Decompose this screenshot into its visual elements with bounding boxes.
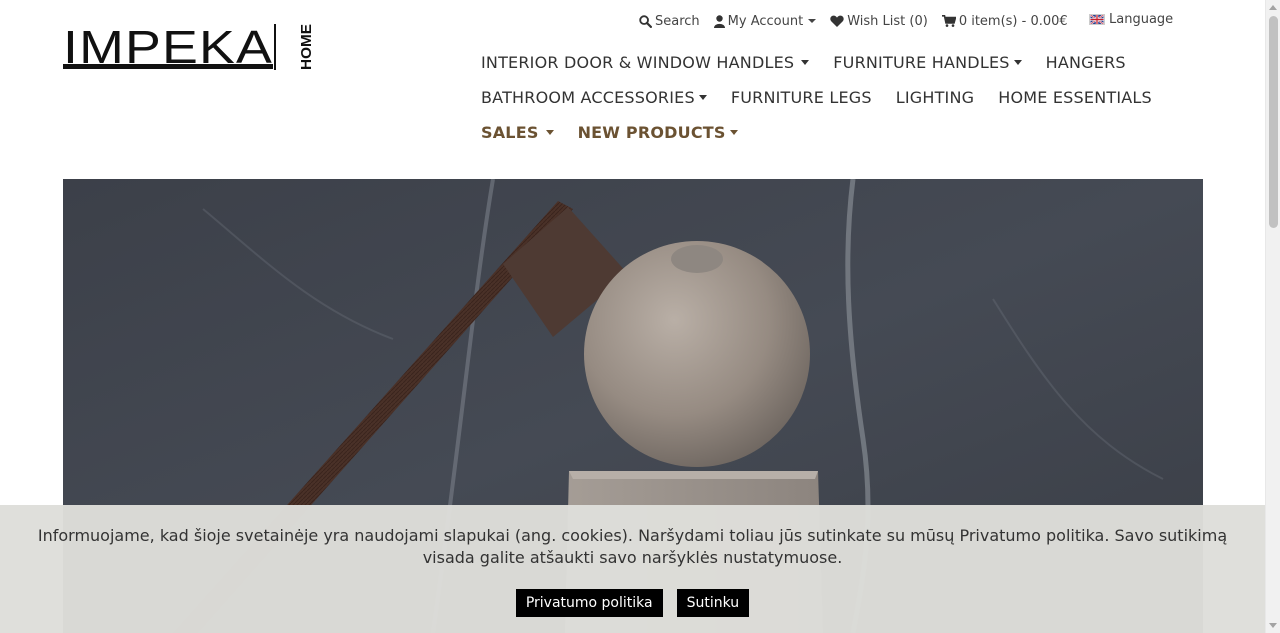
search-link[interactable]: Search [639, 14, 700, 29]
chevron-down-icon [801, 59, 810, 65]
nav-row: BATHROOM ACCESSORIES FURNITURE LEGS LIGH… [481, 87, 1201, 107]
nav-label: INTERIOR DOOR & WINDOW HANDLES [481, 52, 795, 72]
nav-item-sales[interactable]: SALES [481, 123, 554, 142]
uk-flag-icon [1089, 14, 1105, 25]
privacy-policy-button[interactable]: Privatumo politika [515, 589, 663, 617]
wishlist-label: Wish List (0) [847, 13, 928, 29]
cart-summary: 0 item(s) - 0.00€ [958, 13, 1068, 29]
my-account-dropdown[interactable]: My Account [713, 13, 817, 29]
nav-item-home-essentials[interactable]: HOME ESSENTIALS [998, 88, 1152, 107]
nav-label: SALES [481, 122, 539, 142]
nav-item-furniture-legs[interactable]: FURNITURE LEGS [731, 88, 872, 107]
cookie-consent-banner: Informuojame, kad šioje svetainėje yra n… [0, 505, 1265, 633]
cart-link[interactable]: 0 item(s) - 0.00€ [941, 13, 1068, 29]
language-label: Language [1109, 12, 1174, 27]
chevron-down-icon [1013, 59, 1022, 65]
nav-item-lighting[interactable]: LIGHTING [896, 88, 975, 107]
accept-cookies-button[interactable]: Sutinku [676, 589, 750, 617]
scroll-down-arrow-icon[interactable] [1269, 623, 1277, 628]
shopping-cart-icon [941, 15, 956, 27]
nav-label: FURNITURE HANDLES [833, 52, 1010, 72]
chevron-down-icon [729, 129, 738, 135]
cookie-consent-text: Informuojame, kad šioje svetainėje yra n… [37, 526, 1228, 567]
scroll-up-arrow-icon[interactable] [1269, 5, 1277, 10]
nav-label: HOME ESSENTIALS [998, 87, 1152, 107]
nav-label: HANGERS [1045, 52, 1126, 72]
top-utility-bar: Search My Account Wish List (0) 0 item(s… [639, 12, 1082, 30]
cookie-buttons: Privatumo politika Sutinku [0, 589, 1265, 617]
chevron-down-icon [545, 129, 554, 135]
chevron-down-icon [808, 19, 817, 23]
nav-item-furniture-handles[interactable]: FURNITURE HANDLES [833, 52, 1022, 72]
wishlist-link[interactable]: Wish List (0) [830, 14, 928, 29]
nav-item-interior-door-window-handles[interactable]: INTERIOR DOOR & WINDOW HANDLES [481, 52, 810, 72]
language-selector[interactable]: Language [1089, 12, 1176, 27]
page-scrollbar[interactable] [1265, 0, 1280, 633]
search-icon [639, 14, 652, 28]
nav-label: NEW PRODUCTS [577, 122, 726, 142]
scrollbar-thumb[interactable] [1269, 16, 1278, 228]
nav-label: BATHROOM ACCESSORIES [481, 87, 695, 107]
nav-label: FURNITURE LEGS [730, 87, 872, 107]
nav-label: LIGHTING [895, 87, 975, 107]
nav-item-new-products[interactable]: NEW PRODUCTS [578, 123, 738, 142]
nav-row: INTERIOR DOOR & WINDOW HANDLES FURNITURE… [481, 52, 1201, 72]
site-logo[interactable]: IMPEKA HOME [63, 21, 315, 74]
user-icon [713, 14, 725, 28]
my-account-label: My Account [727, 13, 804, 29]
main-navigation: INTERIOR DOOR & WINDOW HANDLES FURNITURE… [481, 52, 1201, 157]
nav-item-bathroom-accessories[interactable]: BATHROOM ACCESSORIES [481, 88, 707, 107]
svg-text:HOME: HOME [298, 24, 315, 70]
nav-item-hangers[interactable]: HANGERS [1046, 53, 1126, 72]
heart-icon [830, 15, 844, 27]
chevron-down-icon [698, 94, 707, 100]
search-label: Search [655, 13, 700, 29]
nav-row: SALES NEW PRODUCTS [481, 122, 1201, 142]
